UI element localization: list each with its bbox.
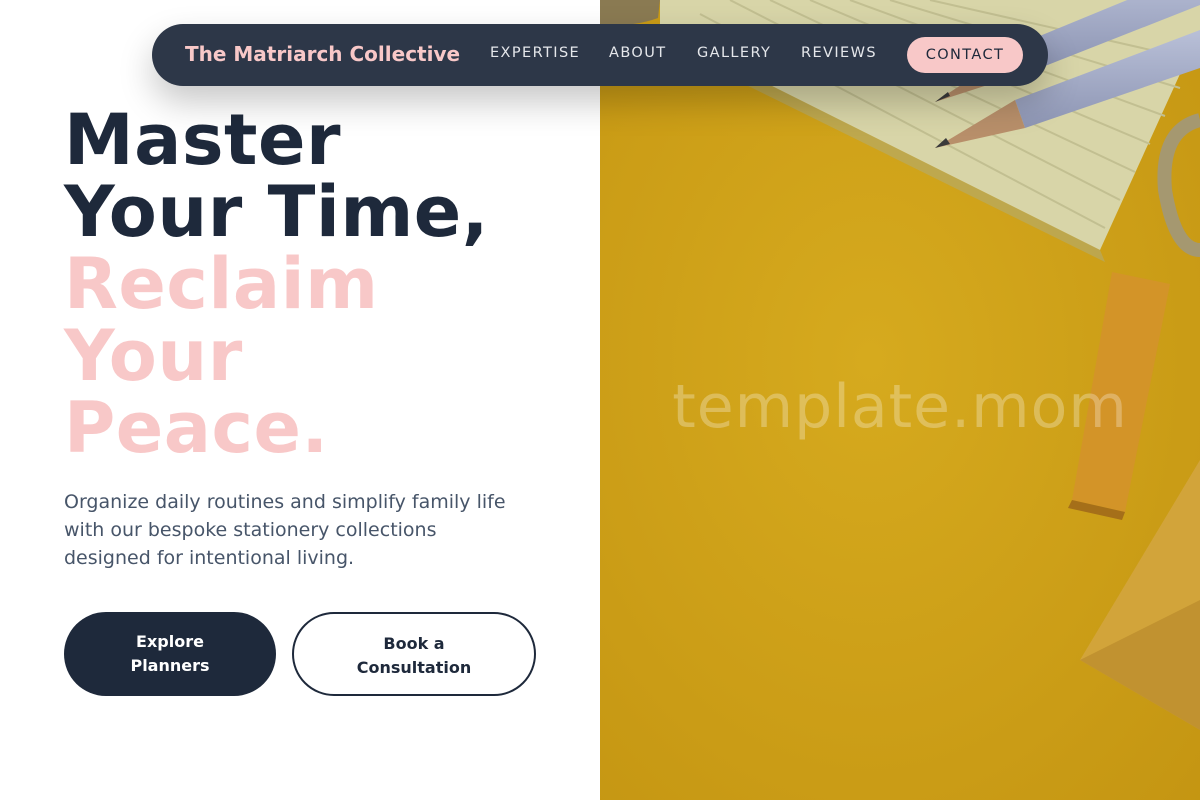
headline-line-5: Peace. xyxy=(64,387,329,469)
headline-line-2: Your Time, xyxy=(64,171,489,253)
explore-planners-button[interactable]: Explore Planners xyxy=(64,612,276,696)
nav-link-reviews[interactable]: REVIEWS xyxy=(801,45,877,61)
nav-link-gallery[interactable]: GALLERY xyxy=(697,45,771,61)
nav-link-about[interactable]: ABOUT xyxy=(609,45,667,61)
headline-line-1: Master xyxy=(64,99,342,181)
book-consultation-label: Book a Consultation xyxy=(356,634,472,677)
top-navbar: The Matriarch Collective EXPERTISE ABOUT… xyxy=(152,24,1048,86)
headline-line-3: Reclaim xyxy=(64,243,379,325)
nav-link-expertise[interactable]: EXPERTISE xyxy=(490,45,580,61)
watermark-text: template.mom xyxy=(672,372,1128,442)
hero-subtitle: Organize daily routines and simplify fam… xyxy=(64,491,506,569)
headline-line-4: Your xyxy=(64,315,243,397)
hero-image: template.mom xyxy=(600,0,1200,800)
hero-headline: Master Your Time, Reclaim Your Peace. xyxy=(64,104,584,464)
brand-logo[interactable]: The Matriarch Collective xyxy=(185,42,460,66)
contact-button[interactable]: CONTACT xyxy=(907,37,1023,73)
explore-planners-label: Explore Planners xyxy=(130,632,210,675)
book-consultation-button[interactable]: Book a Consultation xyxy=(292,612,536,696)
hero-left: Master Your Time, Reclaim Your Peace. Or… xyxy=(0,0,600,800)
